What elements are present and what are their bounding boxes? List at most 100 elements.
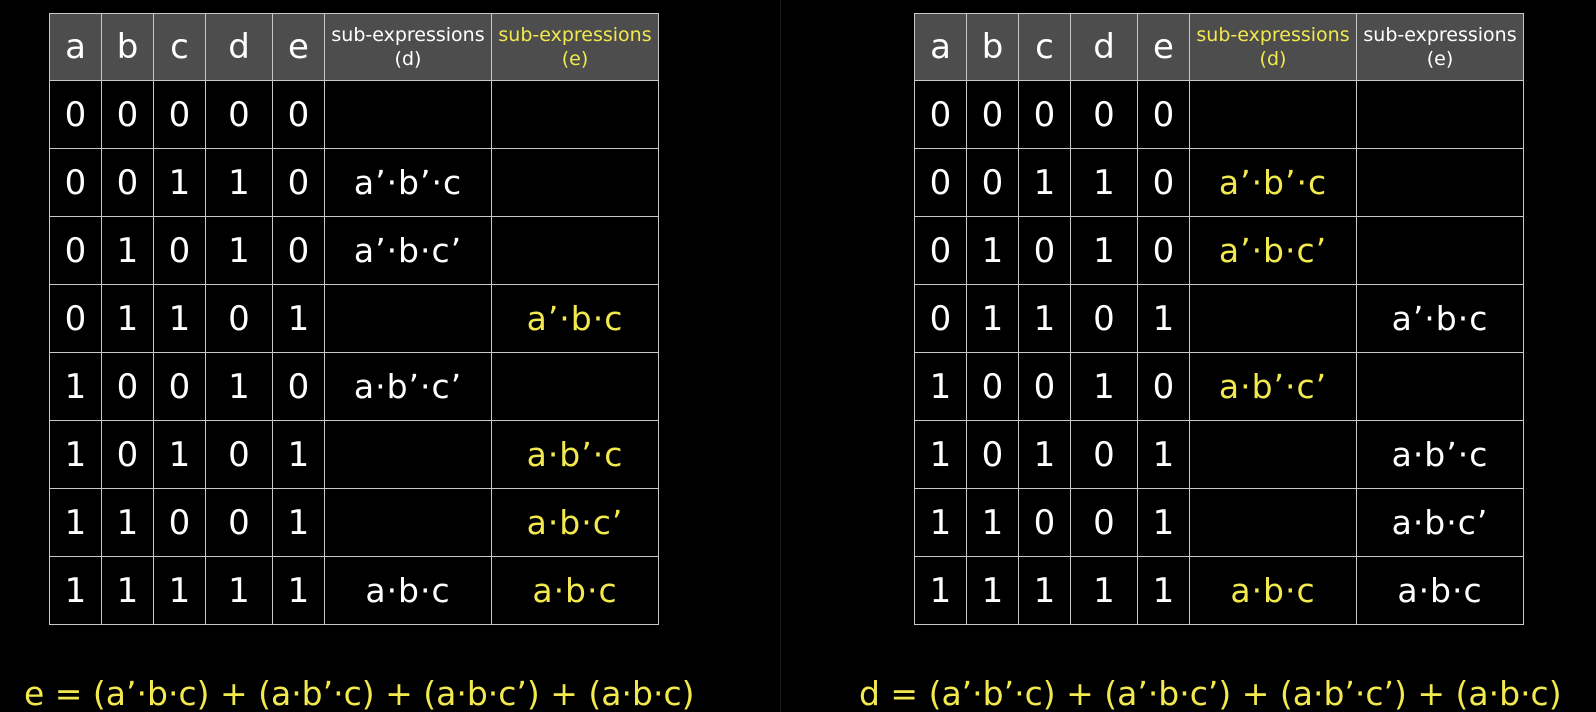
- bit-cell-e: 0: [1137, 80, 1190, 149]
- table-row: 1 0 0 1 0 a·b’·c’: [914, 352, 1524, 421]
- bit-cell-e: 1: [1137, 556, 1190, 625]
- bit-cell-d: 1: [1070, 148, 1138, 217]
- formula-d: d = (a’·b’·c) + (a’·b·c’) + (a·b’·c’) + …: [859, 674, 1562, 712]
- bit-cell-c: 1: [1018, 556, 1071, 625]
- bit-cell-b: 0: [101, 420, 154, 489]
- bit-cell-e: 1: [1137, 420, 1190, 489]
- bit-cell-d: 0: [1070, 488, 1138, 557]
- header-c: c: [153, 13, 206, 81]
- bit-cell-c: 1: [153, 284, 206, 353]
- sub-expression-e-cell: [491, 148, 659, 217]
- bit-cell-a: 0: [49, 80, 102, 149]
- header-row: a b c d e sub-expressions (d) sub-expres…: [914, 13, 1524, 81]
- bit-cell-c: 1: [1018, 284, 1071, 353]
- bit-cell-e: 1: [272, 556, 325, 625]
- table-row: 1 1 1 1 1 a·b·c a·b·c: [914, 556, 1524, 625]
- header-row: a b c d e sub-expressions (d) sub-expres…: [49, 13, 659, 81]
- table-row: 1 0 1 0 1 a·b’·c: [49, 420, 659, 489]
- left-panel: a b c d e sub-expressions (d) sub-expres…: [0, 0, 780, 712]
- sub-expression-d-cell: [324, 488, 492, 557]
- bit-cell-a: 0: [914, 80, 967, 149]
- bit-cell-a: 0: [914, 216, 967, 285]
- bit-cell-e: 0: [1137, 352, 1190, 421]
- header-sub-expressions-e: sub-expressions (e): [1356, 13, 1524, 81]
- table-row: 1 0 0 1 0 a·b’·c’: [49, 352, 659, 421]
- sub-expression-e-cell: [1356, 216, 1524, 285]
- bit-cell-d: 0: [1070, 420, 1138, 489]
- bit-cell-a: 1: [914, 420, 967, 489]
- header-sub-d-line2: (d): [1259, 48, 1287, 70]
- sub-expression-d-cell: a’·b·c’: [324, 216, 492, 285]
- header-c: c: [1018, 13, 1071, 81]
- sub-expression-e-cell: a·b·c: [1356, 556, 1524, 625]
- sub-expression-d-cell: [1189, 80, 1357, 149]
- bit-cell-c: 1: [153, 556, 206, 625]
- bit-cell-a: 0: [49, 284, 102, 353]
- header-b: b: [966, 13, 1019, 81]
- header-sub-expressions-d: sub-expressions (d): [324, 13, 492, 81]
- bit-cell-d: 0: [205, 284, 273, 353]
- sub-expression-e-cell: a’·b·c: [1356, 284, 1524, 353]
- bit-cell-c: 0: [1018, 352, 1071, 421]
- bit-cell-b: 1: [101, 488, 154, 557]
- bit-cell-c: 0: [153, 80, 206, 149]
- header-sub-e-line1: sub-expressions: [498, 24, 652, 46]
- header-sub-d-line1: sub-expressions: [1196, 24, 1350, 46]
- table-row: 0 0 1 1 0 a’·b’·c: [49, 148, 659, 217]
- sub-expression-e-cell: a·b·c’: [1356, 488, 1524, 557]
- bit-cell-a: 1: [49, 488, 102, 557]
- bit-cell-a: 1: [914, 488, 967, 557]
- sub-expression-e-cell: a·b’·c: [1356, 420, 1524, 489]
- bit-cell-a: 0: [49, 216, 102, 285]
- bit-cell-d: 1: [205, 148, 273, 217]
- table-row: 1 1 1 1 1 a·b·c a·b·c: [49, 556, 659, 625]
- bit-cell-e: 0: [272, 216, 325, 285]
- bit-cell-b: 0: [966, 80, 1019, 149]
- table-row: 0 0 1 1 0 a’·b’·c: [914, 148, 1524, 217]
- bit-cell-a: 1: [914, 556, 967, 625]
- table-row: 0 1 0 1 0 a’·b·c’: [914, 216, 1524, 285]
- bit-cell-d: 1: [1070, 352, 1138, 421]
- table-row: 0 1 1 0 1 a’·b·c: [914, 284, 1524, 353]
- bit-cell-b: 0: [101, 148, 154, 217]
- bit-cell-c: 0: [153, 352, 206, 421]
- bit-cell-e: 1: [1137, 488, 1190, 557]
- sub-expression-e-cell: [491, 216, 659, 285]
- bit-cell-a: 0: [49, 148, 102, 217]
- header-e: e: [272, 13, 325, 81]
- header-sub-expressions-d: sub-expressions (d): [1189, 13, 1357, 81]
- sub-expression-e-cell: [1356, 352, 1524, 421]
- header-d: d: [1070, 13, 1138, 81]
- bit-cell-a: 0: [914, 148, 967, 217]
- table-row: 1 0 1 0 1 a·b’·c: [914, 420, 1524, 489]
- bit-cell-c: 0: [1018, 488, 1071, 557]
- bit-cell-e: 0: [272, 148, 325, 217]
- bit-cell-d: 0: [1070, 80, 1138, 149]
- bit-cell-e: 0: [1137, 216, 1190, 285]
- sub-expression-d-cell: a·b·c: [1189, 556, 1357, 625]
- bit-cell-b: 1: [966, 488, 1019, 557]
- bit-cell-e: 0: [272, 80, 325, 149]
- table-row: 1 1 0 0 1 a·b·c’: [49, 488, 659, 557]
- bit-cell-e: 1: [272, 420, 325, 489]
- bit-cell-d: 0: [205, 80, 273, 149]
- bit-cell-c: 0: [1018, 216, 1071, 285]
- right-panel: a b c d e sub-expressions (d) sub-expres…: [781, 0, 1596, 712]
- header-sub-e-line2: (e): [1426, 48, 1454, 70]
- sub-expression-d-cell: a’·b·c’: [1189, 216, 1357, 285]
- bit-cell-d: 1: [1070, 216, 1138, 285]
- bit-cell-c: 0: [1018, 80, 1071, 149]
- bit-cell-c: 0: [153, 216, 206, 285]
- bit-cell-b: 0: [101, 352, 154, 421]
- header-d: d: [205, 13, 273, 81]
- bit-cell-d: 1: [205, 352, 273, 421]
- table-row: 0 1 0 1 0 a’·b·c’: [49, 216, 659, 285]
- bit-cell-c: 1: [153, 148, 206, 217]
- bit-cell-a: 1: [914, 352, 967, 421]
- sub-expression-e-cell: a·b·c: [491, 556, 659, 625]
- header-a: a: [914, 13, 967, 81]
- bit-cell-a: 0: [914, 284, 967, 353]
- bit-cell-d: 0: [205, 420, 273, 489]
- bit-cell-d: 0: [205, 488, 273, 557]
- bit-cell-e: 1: [272, 488, 325, 557]
